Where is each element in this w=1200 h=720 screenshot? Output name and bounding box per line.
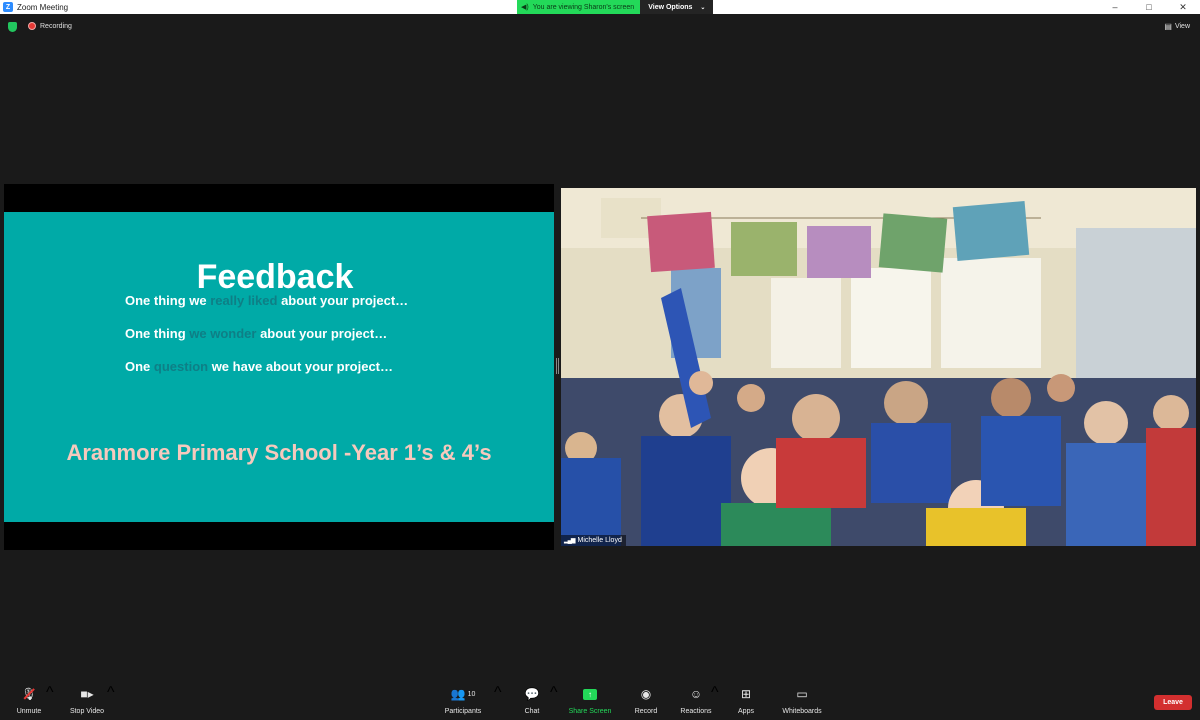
share-screen-button[interactable]: ↑ Share Screen: [567, 684, 613, 720]
share-screen-label: Share Screen: [568, 708, 612, 715]
participants-options-caret[interactable]: ^: [494, 684, 502, 720]
viewing-indicator: ◀) You are viewing Sharon's screen: [517, 0, 641, 14]
leave-button[interactable]: Leave: [1154, 695, 1192, 710]
line1-post: about your project…: [277, 293, 409, 308]
record-icon: ◉: [640, 687, 652, 701]
close-button[interactable]: ✕: [1166, 0, 1200, 14]
chat-button[interactable]: 💬 Chat: [520, 684, 544, 720]
line1-highlight: really liked: [210, 293, 278, 308]
recording-label: Recording: [40, 22, 72, 30]
participants-icon: 👥 10: [450, 687, 476, 701]
maximize-button[interactable]: □: [1132, 0, 1166, 14]
connection-signal-icon: ▂▄▆: [564, 538, 576, 544]
slide-line-3: One question we have about your project…: [125, 359, 393, 374]
line2-pre: One thing: [125, 326, 190, 341]
screen-share-banner: ◀) You are viewing Sharon's screen View …: [517, 0, 714, 14]
video-options-caret[interactable]: ^: [107, 684, 115, 720]
view-label: View: [1174, 23, 1190, 30]
whiteboards-button[interactable]: ▭ Whiteboards: [778, 684, 826, 720]
presentation-slide: Feedback One thing we really liked about…: [4, 212, 554, 522]
slide-title: Feedback: [196, 258, 354, 296]
audio-options-caret[interactable]: ^: [46, 684, 54, 720]
apps-button[interactable]: ⊞ Apps: [734, 684, 758, 720]
view-options-label: View Options: [648, 3, 693, 11]
line1-pre: One thing we: [125, 293, 211, 308]
reactions-button[interactable]: ☺ Reactions: [678, 684, 714, 720]
reactions-label: Reactions: [680, 708, 712, 715]
unmute-button[interactable]: 🎙 Unmute: [12, 684, 46, 720]
slide-line-1: One thing we really liked about your pro…: [125, 293, 408, 308]
zoom-logo-icon: Z: [3, 2, 13, 12]
apps-icon: ⊞: [740, 687, 752, 701]
chat-label: Chat: [524, 708, 540, 715]
stop-video-button[interactable]: ■▸ Stop Video: [66, 684, 108, 720]
chat-options-caret[interactable]: ^: [550, 684, 558, 720]
school-name: Aranmore Primary School -Year 1’s & 4’s: [66, 440, 492, 465]
share-screen-icon: ↑: [583, 684, 597, 704]
record-button[interactable]: ◉ Record: [632, 684, 660, 720]
view-button[interactable]: ▤ View: [1164, 22, 1190, 31]
minimize-button[interactable]: –: [1098, 0, 1132, 14]
participants-label: Participants: [444, 708, 482, 715]
participant-name-tag: ▂▄▆ Michelle Lloyd: [561, 535, 626, 546]
chevron-down-icon: ⌄: [700, 4, 706, 11]
reactions-icon: ☺: [689, 687, 703, 701]
zoom-meeting-window: Z Zoom Meeting – □ ✕ ◀) You are viewing …: [0, 0, 1200, 720]
chat-bubble-icon: 💬: [524, 687, 540, 701]
record-dot-icon: [28, 22, 36, 30]
speaker-icon: ◀): [521, 4, 529, 11]
participants-count: 10: [467, 690, 476, 698]
line3-pre: One: [125, 359, 154, 374]
shared-screen: Feedback One thing we really liked about…: [4, 184, 554, 550]
record-label: Record: [634, 708, 658, 715]
line3-highlight: question: [153, 359, 209, 374]
reactions-options-caret[interactable]: ^: [711, 684, 719, 720]
whiteboards-label: Whiteboards: [782, 708, 822, 715]
view-options-button[interactable]: View Options ⌄: [640, 0, 714, 14]
line2-highlight: we wonder: [189, 326, 257, 341]
window-title: Zoom Meeting: [17, 2, 69, 12]
participant-video[interactable]: [561, 188, 1196, 546]
stop-video-label: Stop Video: [69, 708, 105, 715]
security-shield-icon[interactable]: [8, 22, 17, 32]
mic-muted-icon: 🎙: [21, 684, 36, 704]
panel-resize-handle[interactable]: [556, 358, 559, 374]
slide-line-2: One thing we wonder about your project…: [125, 326, 387, 341]
whiteboard-icon: ▭: [796, 687, 808, 701]
video-camera-icon: ■▸: [80, 687, 94, 701]
participants-button[interactable]: 👥 10 Participants: [442, 684, 484, 720]
window-controls: – □ ✕: [1098, 0, 1200, 14]
line3-post: we have about your project…: [208, 359, 394, 374]
view-layout-icon: ▤: [1164, 22, 1172, 31]
unmute-label: Unmute: [16, 708, 42, 715]
apps-label: Apps: [738, 708, 754, 715]
meeting-toolbar: 🎙 Unmute ^ ■▸ Stop Video ^ 👥10 Participa…: [0, 684, 1200, 720]
participant-name: Michelle Lloyd: [577, 537, 622, 544]
viewing-text: You are viewing Sharon's screen: [532, 3, 635, 11]
recording-indicator[interactable]: Recording: [28, 22, 72, 30]
classroom-video-image: [561, 188, 1196, 546]
line2-post: about your project…: [256, 326, 388, 341]
